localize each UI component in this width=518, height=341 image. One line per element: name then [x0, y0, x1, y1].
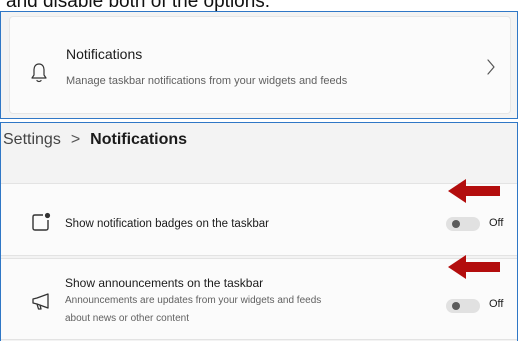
- setting-description-line2: about news or other content: [65, 313, 189, 324]
- breadcrumb: Settings > Notifications: [3, 131, 187, 149]
- setting-description-line1: Announcements are updates from your widg…: [65, 295, 322, 306]
- setting-row-announcements: Show announcements on the taskbar Announ…: [1, 258, 517, 340]
- bell-icon: [31, 63, 47, 83]
- breadcrumb-settings[interactable]: Settings: [3, 131, 61, 149]
- notification-badges-toggle[interactable]: [446, 217, 480, 231]
- notifications-title: Notifications: [66, 46, 143, 62]
- toggle-knob: [452, 220, 460, 228]
- setting-row-notification-badges: Show notification badges on the taskbar …: [1, 183, 517, 256]
- setting-label: Show notification badges on the taskbar: [65, 218, 269, 230]
- annotation-arrow-icon: [448, 255, 500, 279]
- annotation-arrow-icon: [448, 179, 500, 203]
- toggle-knob: [452, 302, 460, 310]
- announcements-toggle[interactable]: [446, 299, 480, 313]
- setting-label: Show announcements on the taskbar: [65, 276, 264, 290]
- chevron-right-icon: [487, 59, 495, 75]
- notifications-card-frame: Notifications Manage taskbar notificatio…: [0, 11, 518, 119]
- notification-badge-icon: [32, 212, 51, 231]
- toggle-state-label: Off: [489, 298, 504, 310]
- notifications-card[interactable]: Notifications Manage taskbar notificatio…: [9, 16, 511, 114]
- toggle-state-label: Off: [489, 217, 504, 229]
- notifications-settings-panel: Settings > Notifications Show notificati…: [0, 122, 518, 341]
- breadcrumb-separator: >: [70, 131, 81, 148]
- megaphone-icon: [32, 293, 49, 310]
- page-title: Notifications: [90, 131, 188, 148]
- notifications-subtitle: Manage taskbar notifications from your w…: [66, 75, 348, 87]
